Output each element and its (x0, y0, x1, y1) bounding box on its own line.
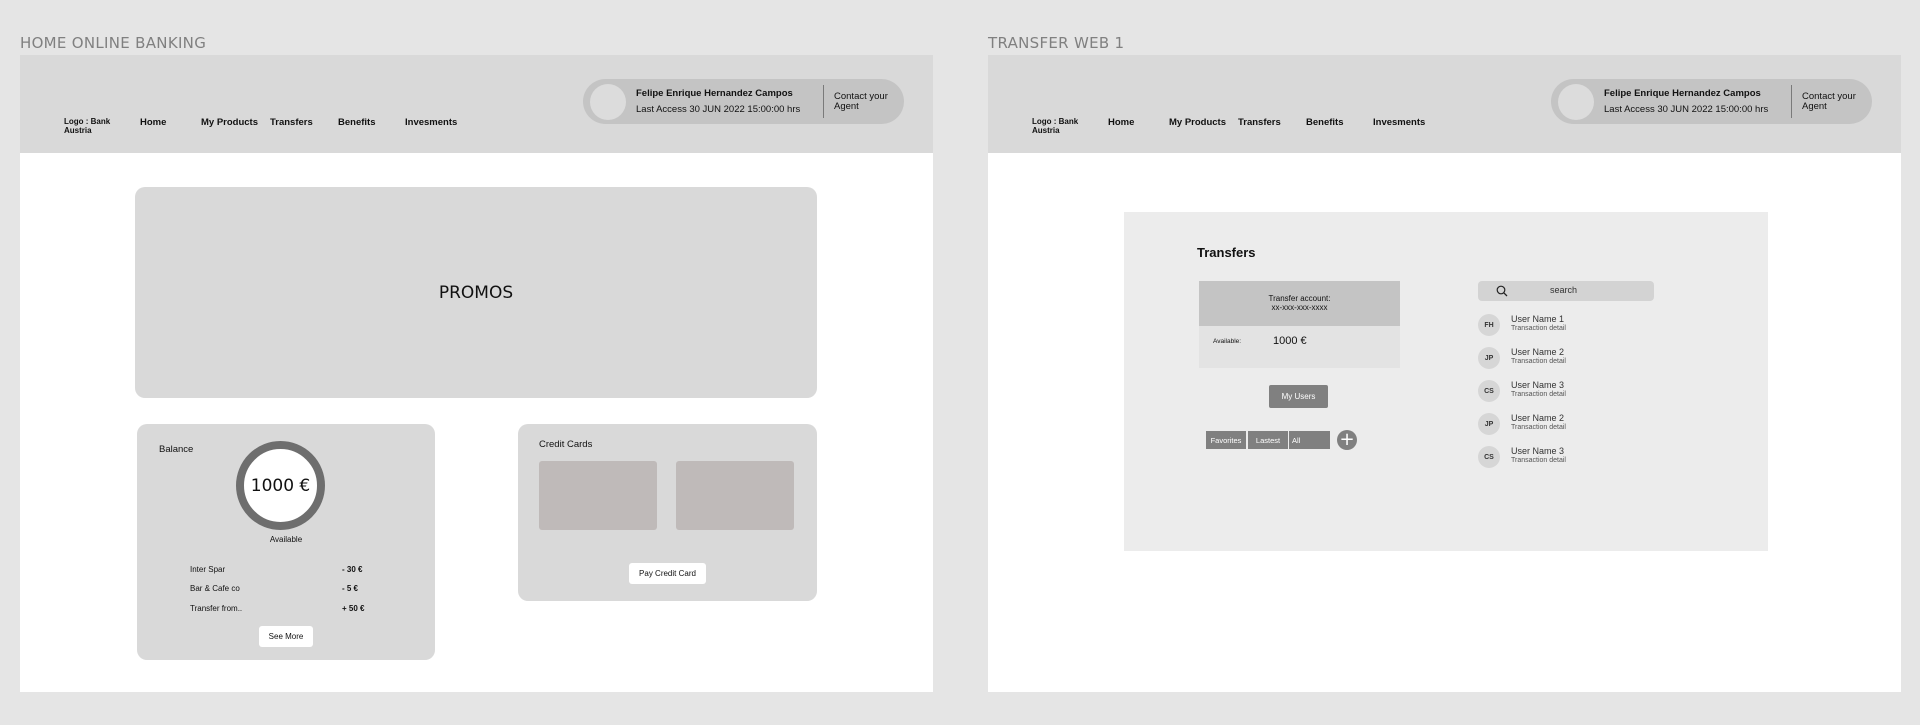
avatar[interactable] (1558, 84, 1594, 120)
avatar: CS (1478, 380, 1500, 402)
list-item[interactable]: JP User Name 2 Transaction detail (1478, 347, 1678, 371)
transaction-name: Transfer from.. (190, 604, 243, 613)
nav-invesments[interactable]: Invesments (1373, 117, 1425, 128)
avatar[interactable] (590, 84, 626, 120)
tab-lastest[interactable]: Lastest (1248, 431, 1288, 449)
transaction-name: Inter Spar (190, 565, 226, 574)
available-label: Available: (1213, 338, 1242, 345)
see-more-button[interactable]: See More (259, 626, 313, 647)
list-item[interactable]: CS User Name 3 Transaction detail (1478, 446, 1678, 470)
contact-agent-link[interactable]: Contact your Agent (834, 92, 896, 112)
nav-home[interactable]: Home (140, 117, 166, 128)
transfer-frame-title: TRANSFER WEB 1 (988, 34, 1125, 52)
transaction-amount: + 50 € (342, 604, 365, 613)
transfer-account-header: Transfer account: xx-xxx-xxx-xxxx (1199, 281, 1400, 326)
transfer-account-number: xx-xxx-xxx-xxxx (1271, 303, 1328, 312)
user-row-name: User Name 3 (1511, 446, 1565, 456)
user-row-name: User Name 3 (1511, 380, 1565, 390)
search-placeholder: search (1550, 285, 1578, 295)
transaction-amount: - 30 € (342, 565, 363, 574)
list-item[interactable]: FH User Name 1 Transaction detail (1478, 314, 1678, 338)
logo[interactable]: Logo : Bank Austria (64, 117, 112, 135)
user-name: Felipe Enrique Hernandez Campos (1604, 88, 1761, 99)
logo[interactable]: Logo : Bank Austria (1032, 117, 1080, 135)
user-name: Felipe Enrique Hernandez Campos (636, 88, 793, 99)
my-users-button[interactable]: My Users (1269, 385, 1328, 408)
transaction-name: Bar & Cafe co (190, 584, 240, 593)
nav-my-products[interactable]: My Products (201, 117, 258, 128)
divider (823, 85, 824, 118)
header: Logo : Bank Austria Home My Products Tra… (20, 55, 933, 153)
user-row-detail: Transaction detail (1511, 358, 1566, 365)
transfer-panel: Transfers Transfer account: xx-xxx-xxx-x… (1124, 212, 1768, 551)
avatar: JP (1478, 413, 1500, 435)
user-pill: Felipe Enrique Hernandez Campos Last Acc… (583, 79, 904, 124)
balance-amount: 1000 € (250, 475, 311, 496)
contact-agent-link[interactable]: Contact your Agent (1802, 92, 1864, 112)
page-title: Transfers (1197, 245, 1256, 260)
available-amount: 1000 € (1273, 335, 1307, 347)
user-row-detail: Transaction detail (1511, 391, 1566, 398)
balance-ring: 1000 € (236, 441, 325, 530)
nav-my-products[interactable]: My Products (1169, 117, 1226, 128)
balance-card: Balance 1000 € Available Inter Spar - 30… (137, 424, 435, 660)
credit-cards-card: Credit Cards Pay Credit Card (518, 424, 817, 601)
list-item[interactable]: CS User Name 3 Transaction detail (1478, 380, 1678, 404)
user-row-detail: Transaction detail (1511, 457, 1566, 464)
avatar: FH (1478, 314, 1500, 336)
transfer-frame: Logo : Bank Austria Home My Products Tra… (988, 55, 1901, 692)
search-icon (1496, 285, 1508, 297)
divider (1791, 85, 1792, 118)
nav-benefits[interactable]: Benefits (338, 117, 375, 128)
tab-favorites[interactable]: Favorites (1206, 431, 1246, 449)
credit-cards-title: Credit Cards (539, 439, 593, 450)
list-item[interactable]: JP User Name 2 Transaction detail (1478, 413, 1678, 437)
add-user-button[interactable]: + (1337, 430, 1357, 450)
home-frame-title: HOME ONLINE BANKING (20, 34, 207, 52)
credit-card-1[interactable] (539, 461, 657, 530)
user-row-name: User Name 1 (1511, 314, 1565, 324)
available-label: Available (269, 535, 303, 544)
nav-transfers[interactable]: Transfers (1238, 117, 1281, 128)
credit-card-2[interactable] (676, 461, 794, 530)
transfer-account-label: Transfer account: (1268, 294, 1331, 303)
nav-transfers[interactable]: Transfers (270, 117, 313, 128)
user-row-name: User Name 2 (1511, 413, 1565, 423)
search-input[interactable]: search (1478, 281, 1654, 301)
user-pill: Felipe Enrique Hernandez Campos Last Acc… (1551, 79, 1872, 124)
tab-all[interactable]: All (1289, 431, 1330, 449)
transaction-amount: - 5 € (342, 584, 359, 593)
header: Logo : Bank Austria Home My Products Tra… (988, 55, 1901, 153)
home-frame: Logo : Bank Austria Home My Products Tra… (20, 55, 933, 692)
user-row-detail: Transaction detail (1511, 325, 1566, 332)
pay-credit-card-button[interactable]: Pay Credit Card (629, 563, 706, 584)
last-access: Last Access 30 JUN 2022 15:00:00 hrs (1604, 104, 1769, 115)
avatar: CS (1478, 446, 1500, 468)
user-row-detail: Transaction detail (1511, 424, 1566, 431)
nav-invesments[interactable]: Invesments (405, 117, 457, 128)
avatar: JP (1478, 347, 1500, 369)
promos-banner[interactable]: PROMOS (135, 187, 817, 398)
nav-home[interactable]: Home (1108, 117, 1134, 128)
user-row-name: User Name 2 (1511, 347, 1565, 357)
transfer-account-box[interactable]: Transfer account: xx-xxx-xxx-xxxx Availa… (1199, 281, 1400, 368)
promos-label: PROMOS (438, 282, 514, 303)
nav-benefits[interactable]: Benefits (1306, 117, 1343, 128)
last-access: Last Access 30 JUN 2022 15:00:00 hrs (636, 104, 801, 115)
balance-title: Balance (159, 444, 194, 455)
